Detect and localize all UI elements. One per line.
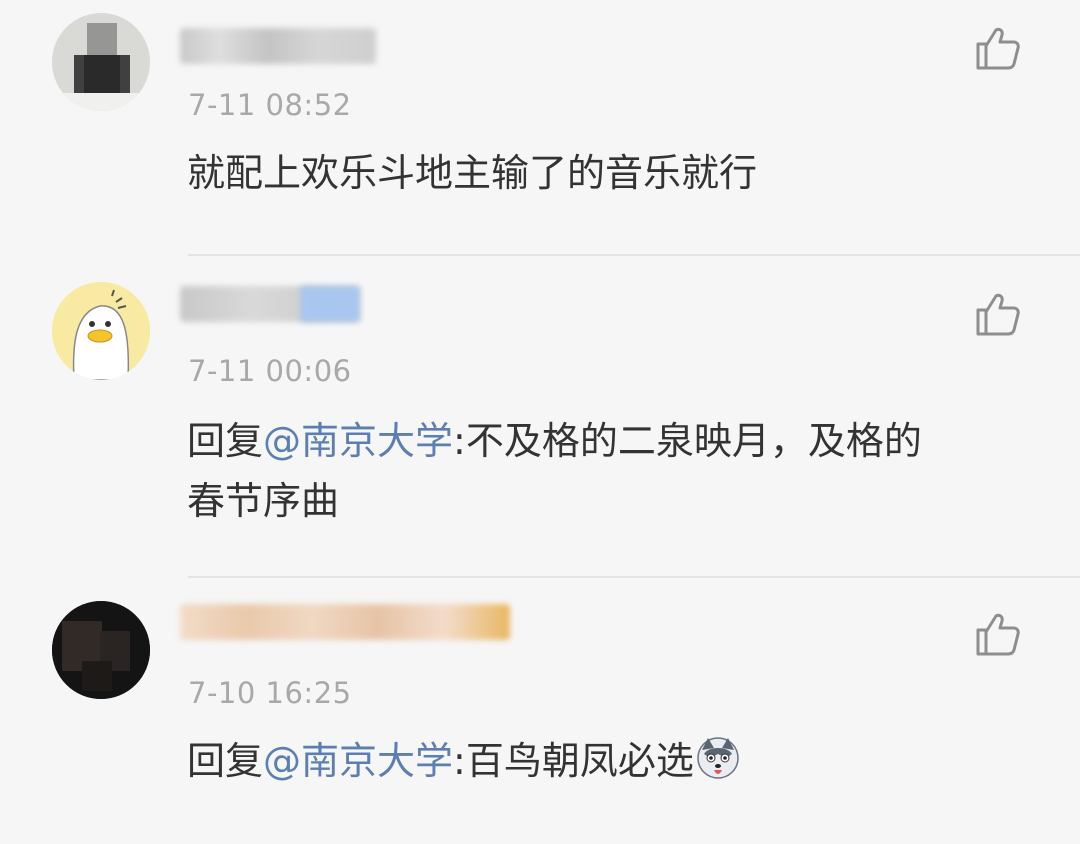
thumbs-up-icon: [976, 27, 1020, 70]
mention-link[interactable]: @南京大学: [263, 739, 453, 783]
comment-timestamp: 7-11 00:06: [188, 354, 352, 388]
husky-dog-emoji: [696, 736, 740, 780]
comment-text: 就配上欢乐斗地主输了的音乐就行: [187, 143, 1017, 203]
like-button[interactable]: [970, 288, 1022, 340]
like-button[interactable]: [970, 608, 1022, 660]
comment-timestamp: 7-10 16:25: [188, 676, 352, 710]
user-badge-blurred: [300, 286, 360, 322]
comment-timestamp: 7-11 08:52: [188, 88, 352, 122]
avatar[interactable]: [52, 13, 150, 111]
username-blurred[interactable]: [180, 604, 510, 640]
comment-item: 7-11 08:52 就配上欢乐斗地主输了的音乐就行: [0, 0, 1080, 256]
comment-text: 回复@南京大学:百鸟朝凤必选: [187, 731, 1017, 791]
like-button[interactable]: [970, 22, 1022, 74]
comment-item: 7-10 16:25 回复@南京大学:百鸟朝凤必选: [0, 578, 1080, 844]
mention-link[interactable]: @南京大学: [263, 419, 453, 463]
avatar[interactable]: [52, 601, 150, 699]
thumbs-up-icon: [976, 293, 1020, 336]
avatar[interactable]: [52, 282, 150, 380]
username-blurred[interactable]: [180, 28, 376, 64]
comment-text: 回复@南京大学:不及格的二泉映月，及格的 春节序曲: [187, 411, 1017, 531]
comment-item: 7-11 00:06 回复@南京大学:不及格的二泉映月，及格的 春节序曲: [0, 256, 1080, 578]
comment-feed: 7-11 08:52 就配上欢乐斗地主输了的音乐就行 7-11 00:06 回复…: [0, 0, 1080, 844]
reply-prefix: 回复: [187, 419, 264, 463]
comment-body: :百鸟朝凤必选: [453, 739, 694, 783]
comment-body-continued: 春节序曲: [187, 479, 340, 523]
reply-prefix: 回复: [187, 739, 264, 783]
comment-body: :不及格的二泉映月，及格的: [453, 419, 922, 463]
comment-body: 就配上欢乐斗地主输了的音乐就行: [187, 151, 758, 195]
thumbs-up-icon: [976, 613, 1020, 656]
